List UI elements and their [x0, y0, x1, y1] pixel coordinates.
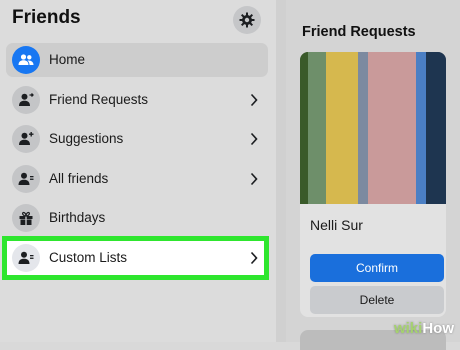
sidebar-item-suggestions[interactable]: Suggestions — [6, 122, 268, 156]
chevron-right-icon — [250, 132, 258, 146]
sidebar-item-label: Home — [49, 52, 86, 67]
person-plus-icon — [12, 125, 40, 153]
sidebar-item-home[interactable]: Home — [6, 43, 268, 77]
sidebar-item-label: Suggestions — [49, 131, 124, 146]
person-list-icon — [12, 244, 40, 272]
sidebar-title: Friends — [12, 7, 81, 28]
sidebar-item-label: Custom Lists — [49, 250, 128, 265]
gear-icon — [239, 12, 255, 28]
sidebar-item-label: Friend Requests — [49, 92, 149, 107]
person-arrow-icon — [12, 86, 40, 114]
delete-button[interactable]: Delete — [310, 286, 444, 314]
friends-sidebar: Friends Home Friend Requests Suggestions… — [0, 0, 276, 342]
person-list-icon — [12, 165, 40, 193]
confirm-button[interactable]: Confirm — [310, 254, 444, 282]
sidebar-item-custom-lists[interactable]: Custom Lists — [6, 241, 268, 275]
settings-button[interactable] — [233, 6, 261, 34]
watermark-logo: wikiHow — [393, 320, 454, 337]
requester-name[interactable]: Nelli Sur — [310, 217, 363, 233]
gift-icon — [12, 204, 40, 232]
sidebar-item-birthdays[interactable]: Birthdays — [6, 201, 268, 235]
sidebar-item-label: All friends — [49, 171, 109, 186]
friend-request-card[interactable]: Nelli Sur Confirm Delete — [300, 52, 446, 317]
chevron-right-icon — [250, 172, 258, 186]
section-title: Friend Requests — [302, 24, 416, 40]
sidebar-item-friend-requests[interactable]: Friend Requests — [6, 83, 268, 117]
profile-photo[interactable] — [300, 52, 446, 204]
friend-requests-panel: Friend Requests Nelli Sur Confirm Delete — [286, 0, 460, 350]
sidebar-item-label: Birthdays — [49, 210, 106, 225]
chevron-right-icon — [250, 251, 258, 265]
panel-divider — [276, 0, 286, 342]
sidebar-item-all-friends[interactable]: All friends — [6, 162, 268, 196]
friends-icon — [12, 46, 40, 74]
chevron-right-icon — [250, 93, 258, 107]
